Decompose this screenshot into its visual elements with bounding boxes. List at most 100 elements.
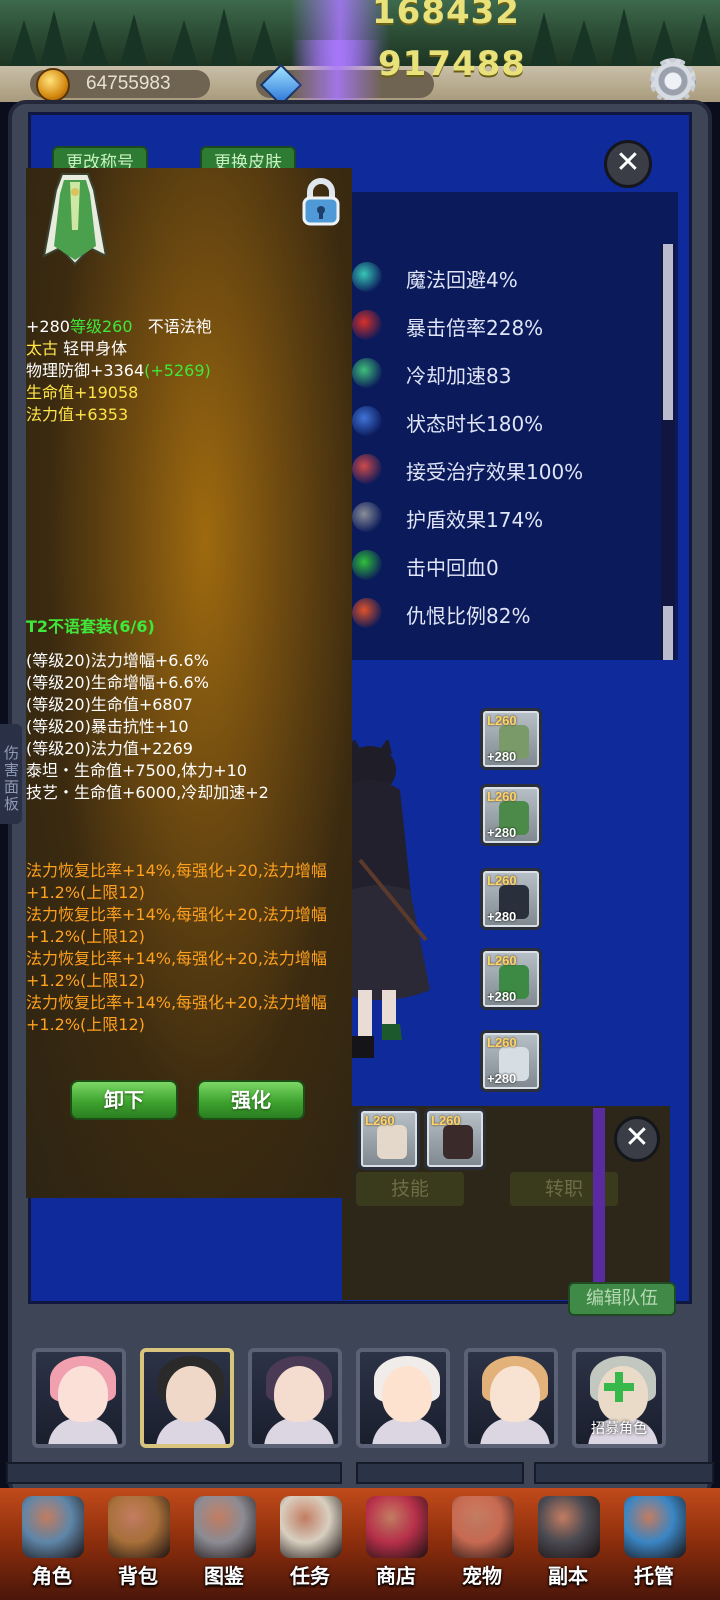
attribute-text: 状态时长180% [406, 412, 544, 436]
accessory-item-icon [443, 1125, 473, 1159]
close-icon[interactable]: ✕ [604, 140, 652, 188]
attribute-scroll-thumb[interactable] [663, 244, 673, 420]
portrait-face [58, 1366, 108, 1422]
character-portrait[interactable] [32, 1348, 126, 1448]
green-robe-icon [42, 173, 108, 266]
attribute-text: 护盾效果174% [406, 508, 544, 532]
edit-team-button[interactable]: 编辑队伍 [568, 1282, 676, 1316]
slot-enhance: +280 [487, 1071, 517, 1086]
slot-enhance: +280 [487, 909, 517, 924]
slot-enhance: +280 [487, 989, 517, 1004]
character-portrait[interactable] [140, 1348, 234, 1448]
affix-line: 法力恢复比率+14%,每强化+20,法力增幅+1.2%(上限12) [26, 993, 327, 1034]
portrait-face [166, 1366, 216, 1422]
accessory-item-icon [377, 1125, 407, 1159]
unequip-button[interactable]: 卸下 [70, 1080, 178, 1120]
nav-label: 宠物 [462, 1564, 502, 1588]
backpack-icon [108, 1496, 170, 1558]
slot-level: L260 [365, 1113, 395, 1128]
slot-level: L260 [431, 1113, 461, 1128]
accessory-slot[interactable]: L260 [358, 1108, 420, 1170]
accessory-slot[interactable]: L260 [424, 1108, 486, 1170]
lower-scrollbar[interactable] [593, 1108, 605, 1294]
recruit-overlay: 招募角色 [576, 1352, 662, 1444]
padlock-icon[interactable] [300, 178, 342, 226]
hit-heal-icon [352, 550, 382, 580]
gold-coin-icon [36, 68, 70, 102]
character-portrait[interactable] [464, 1348, 558, 1448]
attribute-row: 魔法回避4% [352, 258, 662, 298]
nav-item[interactable]: 托管 [616, 1496, 692, 1596]
portrait-body [372, 1418, 442, 1444]
item-header-line: +280等级260 不语法袍 [26, 317, 212, 336]
healing-received-icon [352, 454, 382, 484]
portrait-face [274, 1366, 324, 1422]
nav-item[interactable]: 宠物 [444, 1496, 520, 1596]
strengthen-button[interactable]: 强化 [197, 1080, 305, 1120]
crit-multiplier-icon [352, 310, 382, 340]
skull-icon [538, 1496, 600, 1558]
recruit-label: 招募角色 [591, 1421, 647, 1437]
equipment-slot[interactable]: L260 +280 [480, 1030, 542, 1092]
attribute-row: 冷却加速83 [352, 354, 662, 394]
nav-item[interactable]: 副本 [530, 1496, 606, 1596]
attribute-row: 接受治疗效果100% [352, 450, 662, 490]
attribute-row: 暴击倍率228% [352, 306, 662, 346]
nav-item[interactable]: 角色 [14, 1496, 90, 1596]
magic-dodge-icon [352, 262, 382, 292]
gear-icon[interactable] [650, 58, 696, 104]
item-type-line: 太古 轻甲身体 [26, 339, 128, 358]
nav-item[interactable]: 图鉴 [186, 1496, 262, 1596]
spell-effect-2 [292, 40, 382, 100]
set-bonus-line: 技艺・生命值+6000,冷却加速+2 [26, 783, 269, 802]
portrait-body [156, 1418, 226, 1444]
attribute-text: 接受治疗效果100% [406, 460, 584, 484]
nav-label: 托管 [634, 1564, 674, 1588]
status-duration-icon [352, 406, 382, 436]
slot-level: L260 [487, 713, 517, 728]
equipment-slot[interactable]: L260 +280 [480, 784, 542, 846]
equipment-slot[interactable]: L260 +280 [480, 948, 542, 1010]
nav-item[interactable]: 商店 [358, 1496, 434, 1596]
set-bonus-line: (等级20)法力值+2269 [26, 739, 193, 758]
plus-icon [604, 1372, 634, 1402]
set-bonus-line: (等级20)暴击抗性+10 [26, 717, 189, 736]
shield-effect-icon [352, 502, 382, 532]
slot-level: L260 [487, 789, 517, 804]
character-portrait[interactable]: 招募角色 [572, 1348, 666, 1448]
attribute-text: 仇恨比例82% [406, 604, 531, 628]
team-strip-mid [356, 1462, 524, 1484]
attribute-row: 击中回血0 [352, 546, 662, 586]
skills-tab[interactable]: 技能 [356, 1172, 464, 1206]
close-lower-icon[interactable]: ✕ [614, 1116, 660, 1162]
attribute-list: 魔法回避4% 暴击倍率228% 冷却加速83 状态时长180% 接受治疗效果100% 护盾… [342, 192, 678, 660]
character-portrait[interactable] [356, 1348, 450, 1448]
portrait-face [382, 1366, 432, 1422]
set-bonus-line: (等级20)生命增幅+6.6% [26, 673, 209, 692]
portrait-body [480, 1418, 550, 1444]
slot-level: L260 [487, 953, 517, 968]
character-portrait[interactable] [248, 1348, 342, 1448]
slot-level: L260 [487, 1035, 517, 1050]
nav-item[interactable]: 背包 [100, 1496, 176, 1596]
cooldown-icon [352, 358, 382, 388]
helmet-icon [22, 1496, 84, 1558]
attribute-text: 击中回血0 [406, 556, 499, 580]
equipment-slot[interactable]: L260 +280 [480, 868, 542, 930]
nav-label: 图鉴 [204, 1564, 244, 1588]
threat-icon [352, 598, 382, 628]
equipment-slot[interactable]: L260 +280 [480, 708, 542, 770]
team-strip-right [534, 1462, 714, 1484]
portrait-body [48, 1418, 118, 1444]
damage-panel-tab[interactable]: 伤害面板 [0, 724, 22, 824]
nav-item[interactable]: 任务 [272, 1496, 348, 1596]
nav-label: 商店 [376, 1564, 416, 1588]
attribute-text: 魔法回避4% [406, 268, 518, 292]
set-title: T2不语套装(6/6) [26, 617, 155, 636]
attribute-scroll-end [663, 606, 673, 660]
slot-enhance: +280 [487, 825, 517, 840]
attribute-row: 护盾效果174% [352, 498, 662, 538]
book-icon [194, 1496, 256, 1558]
nav-label: 任务 [290, 1564, 330, 1588]
slot-enhance: +280 [487, 749, 517, 764]
